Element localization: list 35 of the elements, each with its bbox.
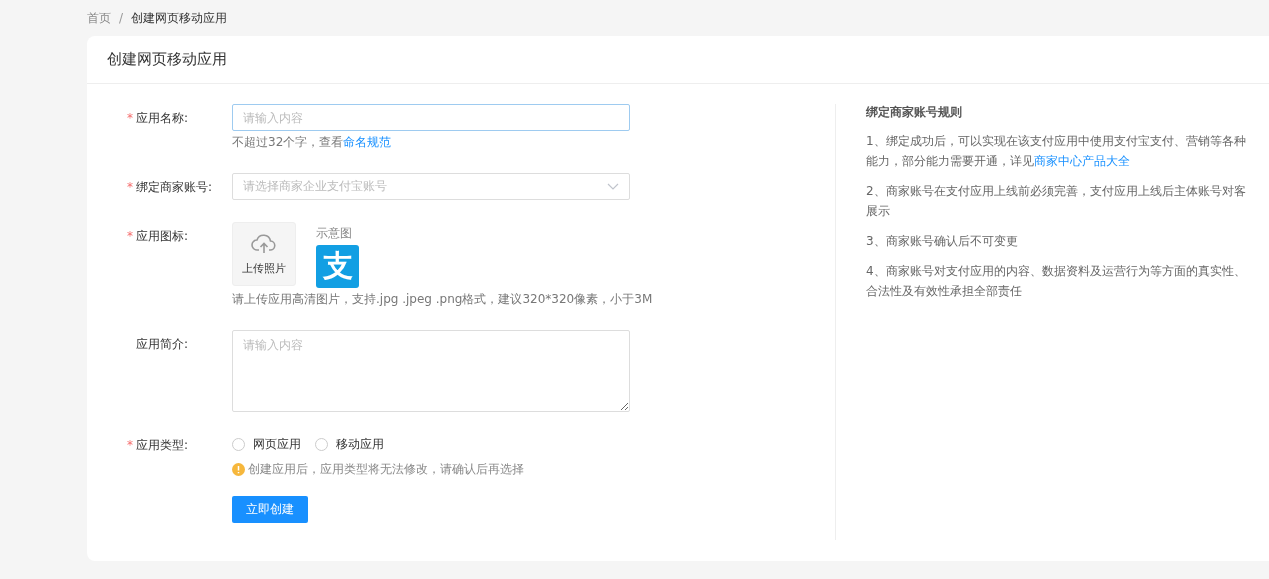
select-field[interactable]: 请选择商家企业支付宝账号	[232, 173, 630, 200]
radio-option[interactable]: 网页应用	[232, 436, 301, 453]
field-label: 应用图标:	[136, 229, 189, 243]
breadcrumb-item: 创建网页移动应用	[131, 9, 228, 27]
field-label: 应用类型:	[136, 438, 189, 452]
required-mark: *	[127, 180, 134, 194]
field-label: 应用简介:	[136, 337, 189, 351]
required-mark: *	[127, 438, 134, 452]
warning-text: 创建应用后，应用类型将无法修改，请确认后再选择	[248, 461, 524, 478]
breadcrumb-separator: /	[119, 11, 124, 25]
app-logo: 支	[316, 245, 359, 288]
cloud-upload-icon	[251, 232, 277, 255]
hint-text: 不超过32个字，查看命名规范	[232, 134, 392, 151]
warning-icon	[232, 463, 245, 476]
textarea-field[interactable]: 请输入内容	[232, 330, 630, 412]
card-title: 创建网页移动应用	[107, 50, 227, 69]
breadcrumb-item[interactable]: 首页	[87, 9, 111, 27]
input-field[interactable]: 请输入内容	[232, 104, 630, 131]
field-label: 应用名称:	[136, 111, 189, 125]
required-mark: *	[127, 229, 134, 243]
required-mark: *	[127, 111, 134, 125]
chevron-down-icon	[607, 182, 619, 191]
sample-label: 示意图	[316, 225, 353, 242]
hint-text: 请上传应用高清图片，支持.jpg .jpeg .png格式，建议320*320像素，小于3M	[232, 291, 653, 308]
rule-text: 1、绑定成功后，可以实现在该支付应用中使用支付宝支付、营销等各种能力，部分能力需要开通，详见商家中心产品大全	[866, 133, 1246, 170]
rules-title: 绑定商家账号规则	[866, 104, 963, 121]
rule-text: 3、商家账号确认后不可变更	[866, 233, 1019, 250]
link[interactable]: 命名规范	[343, 135, 392, 149]
rule-text: 2、商家账号在支付应用上线前必须完善，支付应用上线后主体账号对客展示	[866, 183, 1246, 220]
field-label: 绑定商家账号:	[136, 180, 213, 194]
rule-text: 4、商家账号对支付应用的内容、数据资料及运营行为等方面的真实性、合法性及有效性承担全部责任	[866, 263, 1246, 300]
submit-button[interactable]: 立即创建	[232, 496, 308, 523]
radio-option[interactable]: 移动应用	[315, 436, 384, 453]
upload-button[interactable]: 上传照片	[232, 222, 296, 286]
link[interactable]: 商家中心产品大全	[1034, 154, 1130, 168]
